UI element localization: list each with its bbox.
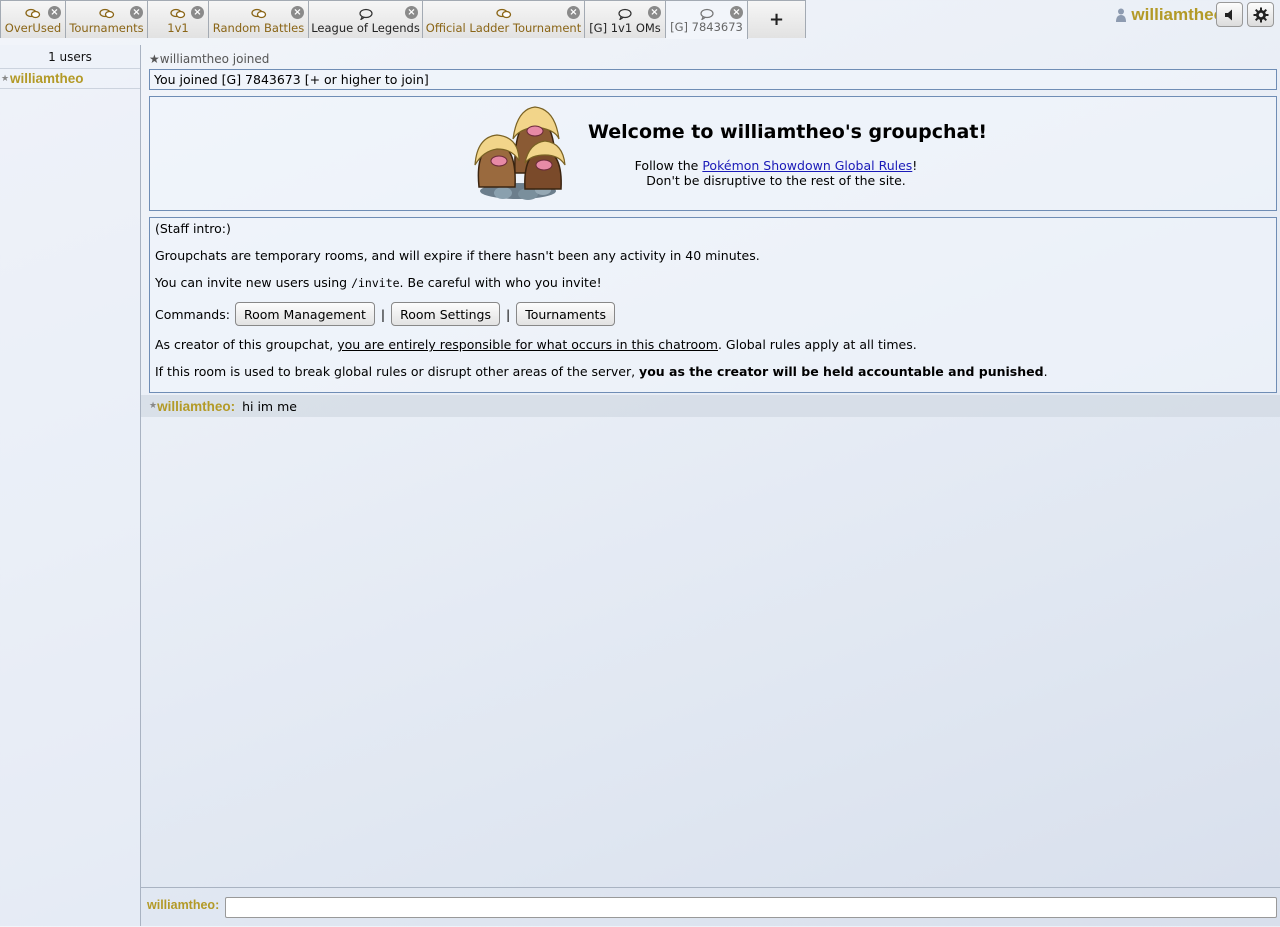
tab-label: League of Legends (311, 21, 420, 35)
creator-suffix: . Global rules apply at all times. (717, 337, 917, 352)
close-tab-icon[interactable]: × (191, 6, 204, 19)
sound-button[interactable] (1216, 2, 1243, 27)
room-settings-button[interactable]: Room Settings (391, 302, 500, 326)
abuse-warning: If this room is used to break global rul… (155, 364, 1048, 379)
creator-responsibility: As creator of this groupchat, you are en… (155, 337, 917, 352)
tab-label: Tournaments (69, 21, 144, 35)
close-tab-icon[interactable]: × (730, 6, 743, 19)
tab-random-battles[interactable]: × Random Battles (209, 0, 309, 38)
dugtrio-image (474, 106, 566, 200)
commands-label: Commands: (155, 306, 230, 322)
tab-label: 1v1 (167, 21, 189, 35)
invite-suffix: . Be careful with who you invite! (399, 275, 602, 290)
staff-intro-box: (Staff intro:) Groupchats are temporary … (149, 217, 1277, 393)
tournaments-button[interactable]: Tournaments (516, 302, 615, 326)
separator: | (505, 306, 511, 322)
close-tab-icon[interactable]: × (567, 6, 580, 19)
abuse-prefix: If this room is used to break global rul… (155, 364, 640, 379)
chat-bubbles-icon (98, 8, 114, 19)
chat-input-bar: williamtheo: (141, 887, 1280, 927)
rank-star-icon: ★ (0, 73, 10, 84)
staff-intro-label: (Staff intro:) (155, 221, 231, 236)
new-tab-button[interactable]: + (748, 0, 806, 38)
room-management-button[interactable]: Room Management (234, 302, 375, 326)
chat-bubble-outline-icon (699, 8, 714, 20)
close-tab-icon[interactable]: × (291, 6, 304, 19)
settings-button[interactable] (1247, 2, 1274, 27)
tab-label: [G] 1v1 OMs (589, 21, 661, 35)
message-author[interactable]: williamtheo: (157, 399, 235, 414)
close-tab-icon[interactable]: × (130, 6, 143, 19)
creator-prefix: As creator of this groupchat, (155, 337, 338, 352)
room-tabs: × OverUsed × Tournaments × 1v1 × Random … (0, 0, 806, 39)
invite-prefix: You can invite new users using (155, 275, 352, 290)
welcome-box: Welcome to williamtheo's groupchat! Foll… (149, 96, 1277, 211)
header-username[interactable]: williamtheo (1131, 5, 1224, 25)
creator-underline: you are entirely responsible for what oc… (337, 337, 718, 352)
close-tab-icon[interactable]: × (48, 6, 61, 19)
rank-star-icon: ★ (149, 401, 158, 411)
abuse-suffix: . (1043, 364, 1048, 379)
joined-message-text: You joined [G] 7843673 [+ or higher to j… (154, 72, 429, 87)
user-menu[interactable]: williamtheo (1116, 5, 1224, 25)
chat-bubble-outline-icon (618, 8, 632, 20)
chat-bubbles-icon (25, 8, 41, 19)
tab-groupchat-active[interactable]: × [G] 7843673 (666, 0, 748, 39)
join-notice: ★williamtheo joined (149, 52, 270, 66)
tab-label: OverUsed (4, 21, 62, 35)
userlist-item[interactable]: ★ williamtheo (0, 69, 140, 89)
tab-label: Random Battles (212, 21, 305, 35)
invite-info: You can invite new users using /invite. … (155, 275, 602, 290)
tab-tournaments[interactable]: × Tournaments (66, 0, 148, 38)
close-tab-icon[interactable]: × (648, 6, 661, 19)
tab-1v1[interactable]: × 1v1 (148, 0, 209, 38)
userlist-username[interactable]: williamtheo (10, 71, 84, 86)
gear-icon (1253, 7, 1268, 22)
welcome-line2: Don't be disruptive to the rest of the s… (646, 173, 906, 188)
follow-prefix: Follow the (634, 158, 703, 173)
abuse-bold: you as the creator will be held accounta… (639, 364, 1044, 379)
speaker-icon (1224, 9, 1232, 20)
chat-bubble-outline-icon (358, 8, 373, 20)
userlist-sidebar: 1 users ★ williamtheo (0, 45, 141, 926)
message-text: hi im me (242, 398, 297, 414)
chat-input[interactable] (225, 897, 1277, 918)
tab-overused[interactable]: × OverUsed (0, 0, 66, 38)
chat-message: ★ williamtheo: hi im me (141, 395, 1280, 417)
user-count: 1 users (0, 45, 140, 69)
user-icon (1116, 8, 1127, 22)
welcome-title: Welcome to williamtheo's groupchat! (588, 121, 988, 143)
tab-label: Official Ladder Tournament (425, 21, 582, 35)
chat-bubbles-icon (495, 8, 511, 19)
tab-1v1-oms[interactable]: × [G] 1v1 OMs (585, 0, 666, 38)
joined-message: You joined [G] 7843673 [+ or higher to j… (149, 69, 1277, 90)
follow-suffix: ! (912, 158, 918, 173)
separator: | (380, 306, 386, 322)
plus-icon: + (768, 9, 785, 30)
global-rules-link[interactable]: Pokémon Showdown Global Rules (702, 158, 912, 173)
tab-bar: × OverUsed × Tournaments × 1v1 × Random … (0, 0, 1280, 39)
chat-bubbles-icon (170, 8, 186, 19)
chat-log: ★williamtheo joined You joined [G] 78436… (141, 45, 1280, 887)
chat-bubbles-icon (250, 8, 266, 19)
commands-row: Commands: Room Management | Room Setting… (155, 302, 617, 326)
expiry-info: Groupchats are temporary rooms, and will… (155, 248, 760, 263)
welcome-rules: Follow the Pokémon Showdown Global Rules… (588, 158, 964, 188)
invite-command: /invite (351, 276, 400, 290)
close-tab-icon[interactable]: × (405, 6, 418, 19)
tab-official-ladder-tournament[interactable]: × Official Ladder Tournament (423, 0, 585, 38)
input-username[interactable]: williamtheo: (147, 898, 219, 912)
tab-league-of-legends[interactable]: × League of Legends (309, 0, 423, 38)
tab-label: [G] 7843673 (670, 20, 743, 34)
